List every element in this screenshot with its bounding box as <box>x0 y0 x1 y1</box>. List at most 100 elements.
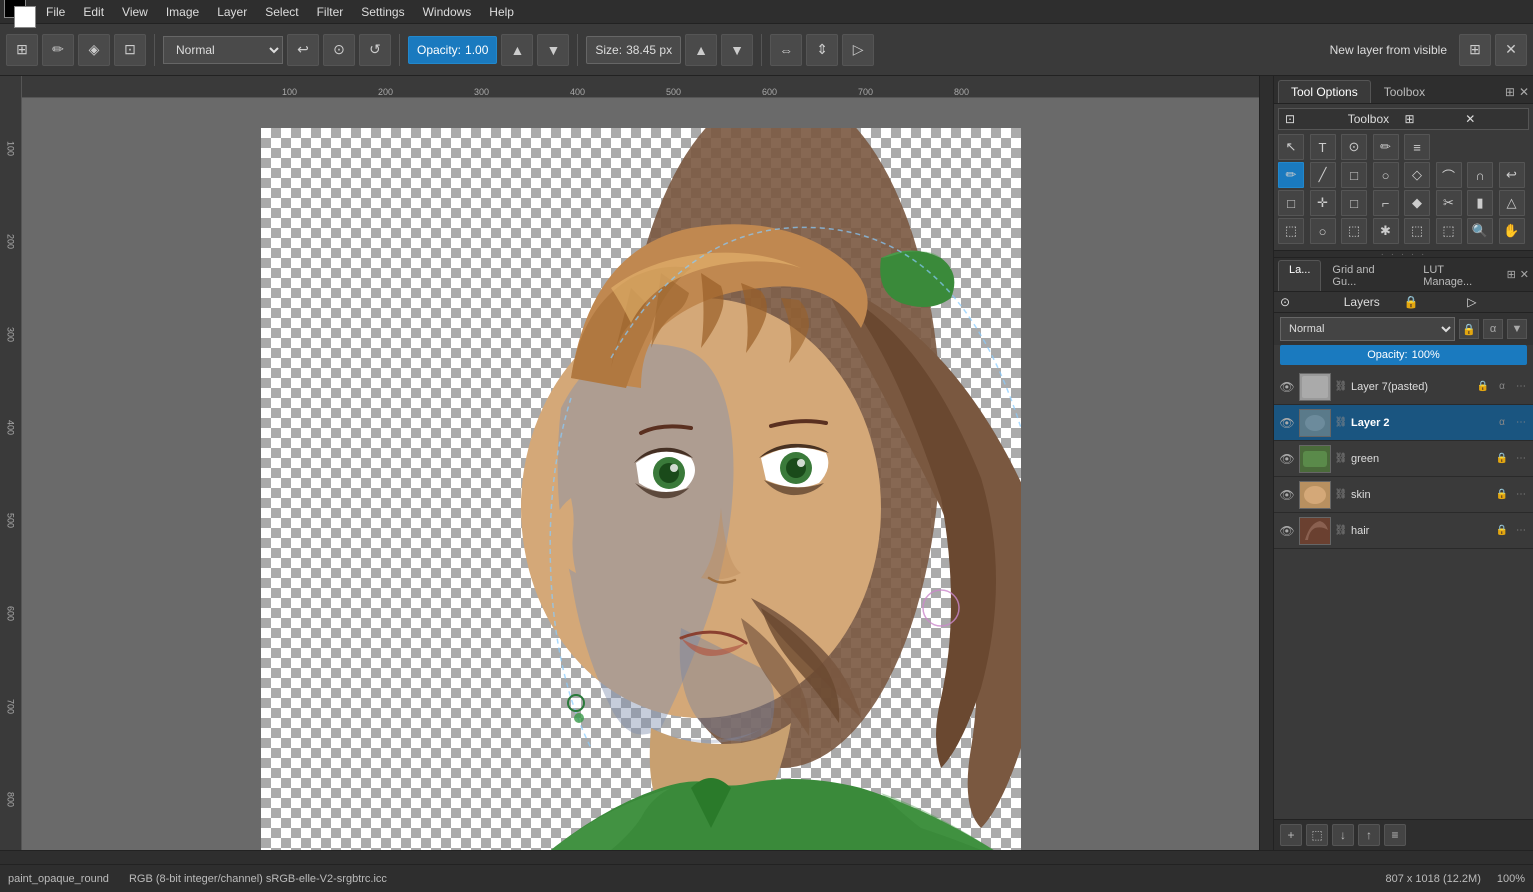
arrow-btn[interactable]: ▷ <box>842 34 874 66</box>
tool-sel-free[interactable]: ⬚ <box>1341 218 1367 244</box>
add-layer-btn[interactable]: + <box>1280 824 1302 846</box>
background-color[interactable] <box>14 6 36 28</box>
flip-v-btn[interactable]: ⇕ <box>806 34 838 66</box>
opacity-up-btn[interactable]: ▲ <box>501 34 533 66</box>
tool-transform[interactable]: □ <box>1278 190 1304 216</box>
opacity-control[interactable]: Opacity: 1.00 <box>408 36 497 64</box>
layer-green-name: green <box>1351 453 1491 465</box>
tool-sel-by-color[interactable]: ⬚ <box>1404 218 1430 244</box>
pick-btn[interactable]: ⊙ <box>323 34 355 66</box>
panel-expand-icon[interactable]: ⊞ <box>1505 85 1515 99</box>
expand-btn[interactable]: ⊞ <box>1459 34 1491 66</box>
menu-image[interactable]: Image <box>158 3 207 21</box>
tool-presets-btn[interactable]: ⊞ <box>6 34 38 66</box>
tool-ellipse[interactable]: ○ <box>1373 162 1399 188</box>
opacity-bar[interactable]: Opacity: 100% <box>1280 345 1527 365</box>
tool-options-tab[interactable]: Tool Options <box>1278 80 1371 103</box>
paint-brush-btn[interactable]: ✏ <box>42 34 74 66</box>
layer-row-skin[interactable]: 👁 ⛓ skin 🔒 ⋯ <box>1274 477 1533 513</box>
tool-freehand[interactable]: ↩ <box>1499 162 1525 188</box>
layer-row-green[interactable]: 👁 ⛓ green 🔒 ⋯ <box>1274 441 1533 477</box>
tool-sel-ellipse[interactable]: ○ <box>1310 218 1336 244</box>
layer-row-2[interactable]: 👁 ⛓ Layer 2 α ⋯ <box>1274 405 1533 441</box>
tool-pattern[interactable]: ≡ <box>1404 134 1430 160</box>
menu-filter[interactable]: Filter <box>309 3 352 21</box>
layer-2-visibility[interactable]: 👁 <box>1278 414 1296 432</box>
tool-zoom[interactable]: 🔍 <box>1467 218 1493 244</box>
layer-row-7[interactable]: 👁 ⛓ Layer 7(pasted) 🔒 α ⋯ <box>1274 369 1533 405</box>
menu-select[interactable]: Select <box>257 3 306 21</box>
raise-layer-btn[interactable]: ↑ <box>1358 824 1380 846</box>
tool-line[interactable]: ╱ <box>1310 162 1336 188</box>
tool-diamond[interactable]: ◇ <box>1404 162 1430 188</box>
tool-text[interactable]: T <box>1310 134 1336 160</box>
layers-tab-layers[interactable]: La... <box>1278 260 1321 291</box>
layers-expand-icon[interactable]: ⊞ <box>1507 268 1516 281</box>
toolbox-close-icon[interactable]: ✕ <box>1465 112 1522 126</box>
layer-row-hair[interactable]: 👁 ⛓ hair 🔒 ⋯ <box>1274 513 1533 549</box>
close-notif-btn[interactable]: ✕ <box>1495 34 1527 66</box>
layers-tab-grid[interactable]: Grid and Gu... <box>1321 260 1412 291</box>
toolbox-expand-icon[interactable]: ⊞ <box>1405 112 1462 126</box>
tool-sel-scissors[interactable]: ⬚ <box>1436 218 1462 244</box>
blend-mode-select[interactable]: Normal Multiply Screen Overlay <box>163 36 283 64</box>
layers-tab-lut[interactable]: LUT Manage... <box>1412 260 1506 291</box>
new-group-btn[interactable]: ⬚ <box>1306 824 1328 846</box>
lower-layer-btn[interactable]: ↓ <box>1332 824 1354 846</box>
panel-close-icon[interactable]: ✕ <box>1519 85 1529 99</box>
tool-fill[interactable]: ◆ <box>1404 190 1430 216</box>
layers-lock-btn[interactable]: 🔒 <box>1459 319 1479 339</box>
layers-close-icon[interactable]: ✕ <box>1520 268 1529 281</box>
tool-path2[interactable]: ∩ <box>1467 162 1493 188</box>
layers-mode-select[interactable]: Normal Multiply Screen <box>1280 317 1455 341</box>
tool-scissors[interactable]: ✂ <box>1436 190 1462 216</box>
tool-rect[interactable]: □ <box>1341 162 1367 188</box>
layers-alpha-btn[interactable]: α <box>1483 319 1503 339</box>
color-swatch[interactable] <box>4 0 36 28</box>
tool-sel-fuzzy[interactable]: ✱ <box>1373 218 1399 244</box>
tool-sel-rect[interactable]: ⬚ <box>1278 218 1304 244</box>
menu-layer[interactable]: Layer <box>209 3 255 21</box>
menu-settings[interactable]: Settings <box>353 3 412 21</box>
layers-expand-btn[interactable]: ▷ <box>1467 295 1527 309</box>
canvas-scroll[interactable] <box>22 98 1259 850</box>
tool-path1[interactable]: ⌒ <box>1436 162 1462 188</box>
layers-section: La... Grid and Gu... LUT Manage... ⊞ ✕ ⊙… <box>1274 258 1533 850</box>
layer-hair-visibility[interactable]: 👁 <box>1278 522 1296 540</box>
opacity-down-btn[interactable]: ▼ <box>537 34 569 66</box>
layers-down-btn[interactable]: ▼ <box>1507 319 1527 339</box>
size-down-btn[interactable]: ▼ <box>721 34 753 66</box>
size-control[interactable]: Size: 38.45 px <box>586 36 681 64</box>
tool-eye[interactable]: ⊙ <box>1341 134 1367 160</box>
color-btn[interactable]: ◈ <box>78 34 110 66</box>
layers-lock-icon[interactable]: 🔒 <box>1404 295 1464 309</box>
layer-green-visibility[interactable]: 👁 <box>1278 450 1296 468</box>
brush-select-btn[interactable]: ⊡ <box>114 34 146 66</box>
horizontal-scrollbar[interactable] <box>0 850 1533 864</box>
tool-arrow[interactable]: ↖ <box>1278 134 1304 160</box>
toolbox-tab[interactable]: Toolbox <box>1371 80 1438 103</box>
menu-windows[interactable]: Windows <box>415 3 480 21</box>
tool-scale[interactable]: □ <box>1341 190 1367 216</box>
menu-file[interactable]: File <box>38 3 73 21</box>
menu-edit[interactable]: Edit <box>75 3 112 21</box>
canvas-content[interactable] <box>261 128 1021 850</box>
size-up-btn[interactable]: ▲ <box>685 34 717 66</box>
canvas-area[interactable]: 100 200 300 400 500 600 700 800 <box>22 76 1259 850</box>
layer-7-visibility[interactable]: 👁 <box>1278 378 1296 396</box>
tool-pencil[interactable]: ✏ <box>1373 134 1399 160</box>
flip-h-btn[interactable]: ⇔ <box>770 34 802 66</box>
menu-view[interactable]: View <box>114 3 156 21</box>
tool-move[interactable]: ✛ <box>1310 190 1336 216</box>
layer-skin-visibility[interactable]: 👁 <box>1278 486 1296 504</box>
tool-gradient[interactable]: △ <box>1499 190 1525 216</box>
tool-eraser[interactable]: ▮ <box>1467 190 1493 216</box>
tool-paintbrush[interactable]: ✏ <box>1278 162 1304 188</box>
tool-pan[interactable]: ✋ <box>1499 218 1525 244</box>
layer-menu-btn[interactable]: ≡ <box>1384 824 1406 846</box>
refresh-btn[interactable]: ↺ <box>359 34 391 66</box>
menu-help[interactable]: Help <box>481 3 522 21</box>
tool-crop[interactable]: ⌐ <box>1373 190 1399 216</box>
vertical-scrollbar[interactable] <box>1259 76 1273 850</box>
reset-btn[interactable]: ↩ <box>287 34 319 66</box>
